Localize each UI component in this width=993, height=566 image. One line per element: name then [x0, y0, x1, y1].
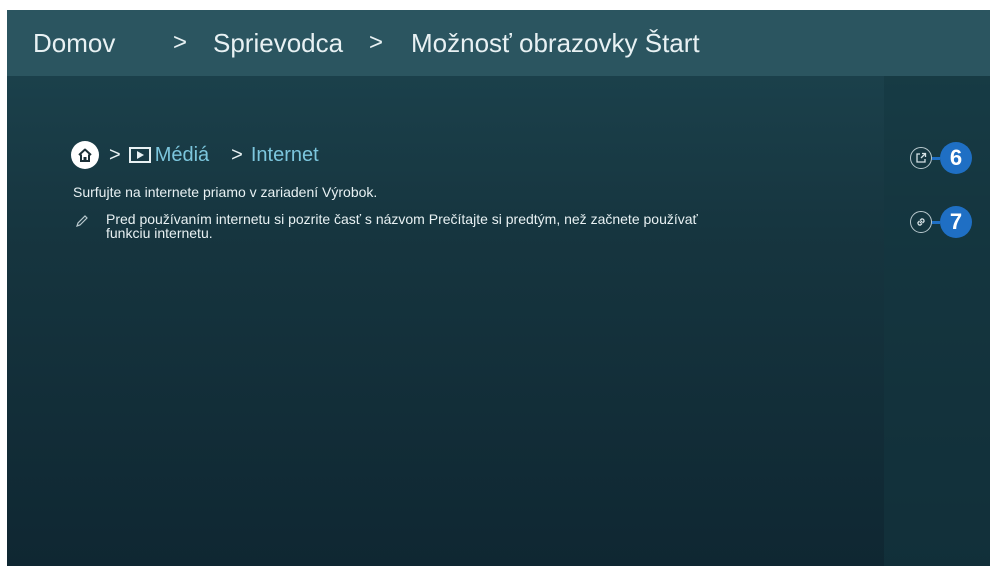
path-separator: > — [231, 143, 243, 166]
header-breadcrumb: Domov > Sprievodca > Možnosť obrazovky Š… — [7, 10, 990, 76]
breadcrumb-current: Možnosť obrazovky Štart — [411, 28, 700, 58]
tv-screen: Domov > Sprievodca > Možnosť obrazovky Š… — [7, 10, 990, 566]
breadcrumb-home[interactable]: Domov — [33, 10, 115, 76]
breadcrumb-separator: > — [369, 29, 384, 56]
menu-path: > Médiá > Internet — [71, 140, 319, 170]
pencil-icon — [76, 215, 88, 227]
action-open-link[interactable]: 6 — [910, 142, 972, 174]
description: Surfujte na internete priamo v zariadení… — [73, 184, 378, 200]
path-media[interactable]: Médiá — [155, 144, 209, 167]
callout-badge-7: 7 — [940, 206, 972, 238]
callout-connector — [932, 220, 940, 224]
action-link[interactable]: 7 — [910, 206, 972, 238]
path-internet[interactable]: Internet — [251, 144, 319, 167]
note-text: Pred používaním internetu si pozrite čas… — [106, 211, 698, 241]
breadcrumb-separator: > — [173, 29, 188, 56]
path-separator: > — [109, 143, 121, 166]
link-icon[interactable] — [910, 211, 932, 233]
media-icon — [128, 147, 151, 163]
open-link-icon[interactable] — [910, 147, 932, 169]
breadcrumb-guide[interactable]: Sprievodca — [213, 10, 343, 76]
callout-connector — [932, 156, 940, 160]
home-icon — [71, 141, 99, 169]
callout-badge-6: 6 — [940, 142, 972, 174]
